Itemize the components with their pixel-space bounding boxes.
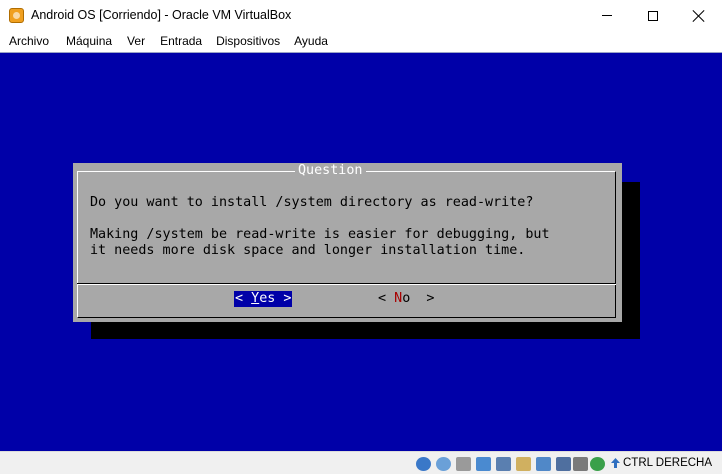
menu-maquina[interactable]: Máquina	[66, 31, 112, 52]
menu-bar: Archivo Máquina Ver Entrada Dispositivos…	[0, 31, 722, 52]
display-icon[interactable]	[536, 457, 551, 471]
yes-button-left: <	[235, 291, 252, 306]
dialog-info-line-1: Making /system be read-write is easier f…	[90, 227, 550, 242]
video-capture-icon[interactable]	[556, 457, 571, 471]
yes-button-hotkey: Y	[251, 291, 260, 306]
network-icon[interactable]	[476, 457, 491, 471]
dialog-info-line-2: it needs more disk space and longer inst…	[90, 243, 526, 258]
optical-drive-icon[interactable]	[436, 457, 451, 471]
title-bar[interactable]: Android OS [Corriendo] - Oracle VM Virtu…	[0, 0, 722, 31]
dialog-divider	[77, 283, 616, 285]
status-bar: CTRL DERECHA	[0, 451, 722, 474]
no-button-rest: o >	[402, 291, 435, 306]
cpu-icon[interactable]	[573, 457, 588, 471]
menu-ayuda[interactable]: Ayuda	[294, 31, 328, 52]
dialog-title: Question	[295, 163, 366, 179]
minimize-button[interactable]	[584, 0, 630, 31]
maximize-button[interactable]	[630, 0, 676, 31]
window-title: Android OS [Corriendo] - Oracle VM Virtu…	[31, 8, 292, 22]
close-icon	[693, 10, 705, 22]
host-key-label: CTRL DERECHA	[623, 457, 713, 469]
virtualbox-icon	[9, 8, 24, 23]
dialog-question: Do you want to install /system directory…	[90, 195, 534, 210]
audio-icon[interactable]	[456, 457, 471, 471]
minimize-icon	[602, 15, 612, 16]
yes-button-rest: es >	[259, 291, 292, 306]
maximize-icon	[648, 10, 658, 21]
question-dialog: Question Do you want to install /system …	[73, 163, 622, 322]
yes-button[interactable]: < Yes >	[234, 291, 293, 307]
keyboard-icon[interactable]	[610, 457, 621, 469]
menu-ver[interactable]: Ver	[127, 31, 145, 52]
hard-disk-icon[interactable]	[416, 457, 431, 471]
close-button[interactable]	[676, 0, 722, 31]
no-button-hotkey: N	[394, 291, 403, 306]
menu-entrada[interactable]: Entrada	[160, 31, 202, 52]
shared-folders-icon[interactable]	[516, 457, 531, 471]
menu-archivo[interactable]: Archivo	[9, 31, 49, 52]
no-button[interactable]: < No >	[378, 291, 434, 307]
menu-dispositivos[interactable]: Dispositivos	[216, 31, 280, 52]
usb-icon[interactable]	[496, 457, 511, 471]
no-button-left: <	[378, 291, 395, 306]
mouse-integration-icon[interactable]	[590, 457, 605, 471]
